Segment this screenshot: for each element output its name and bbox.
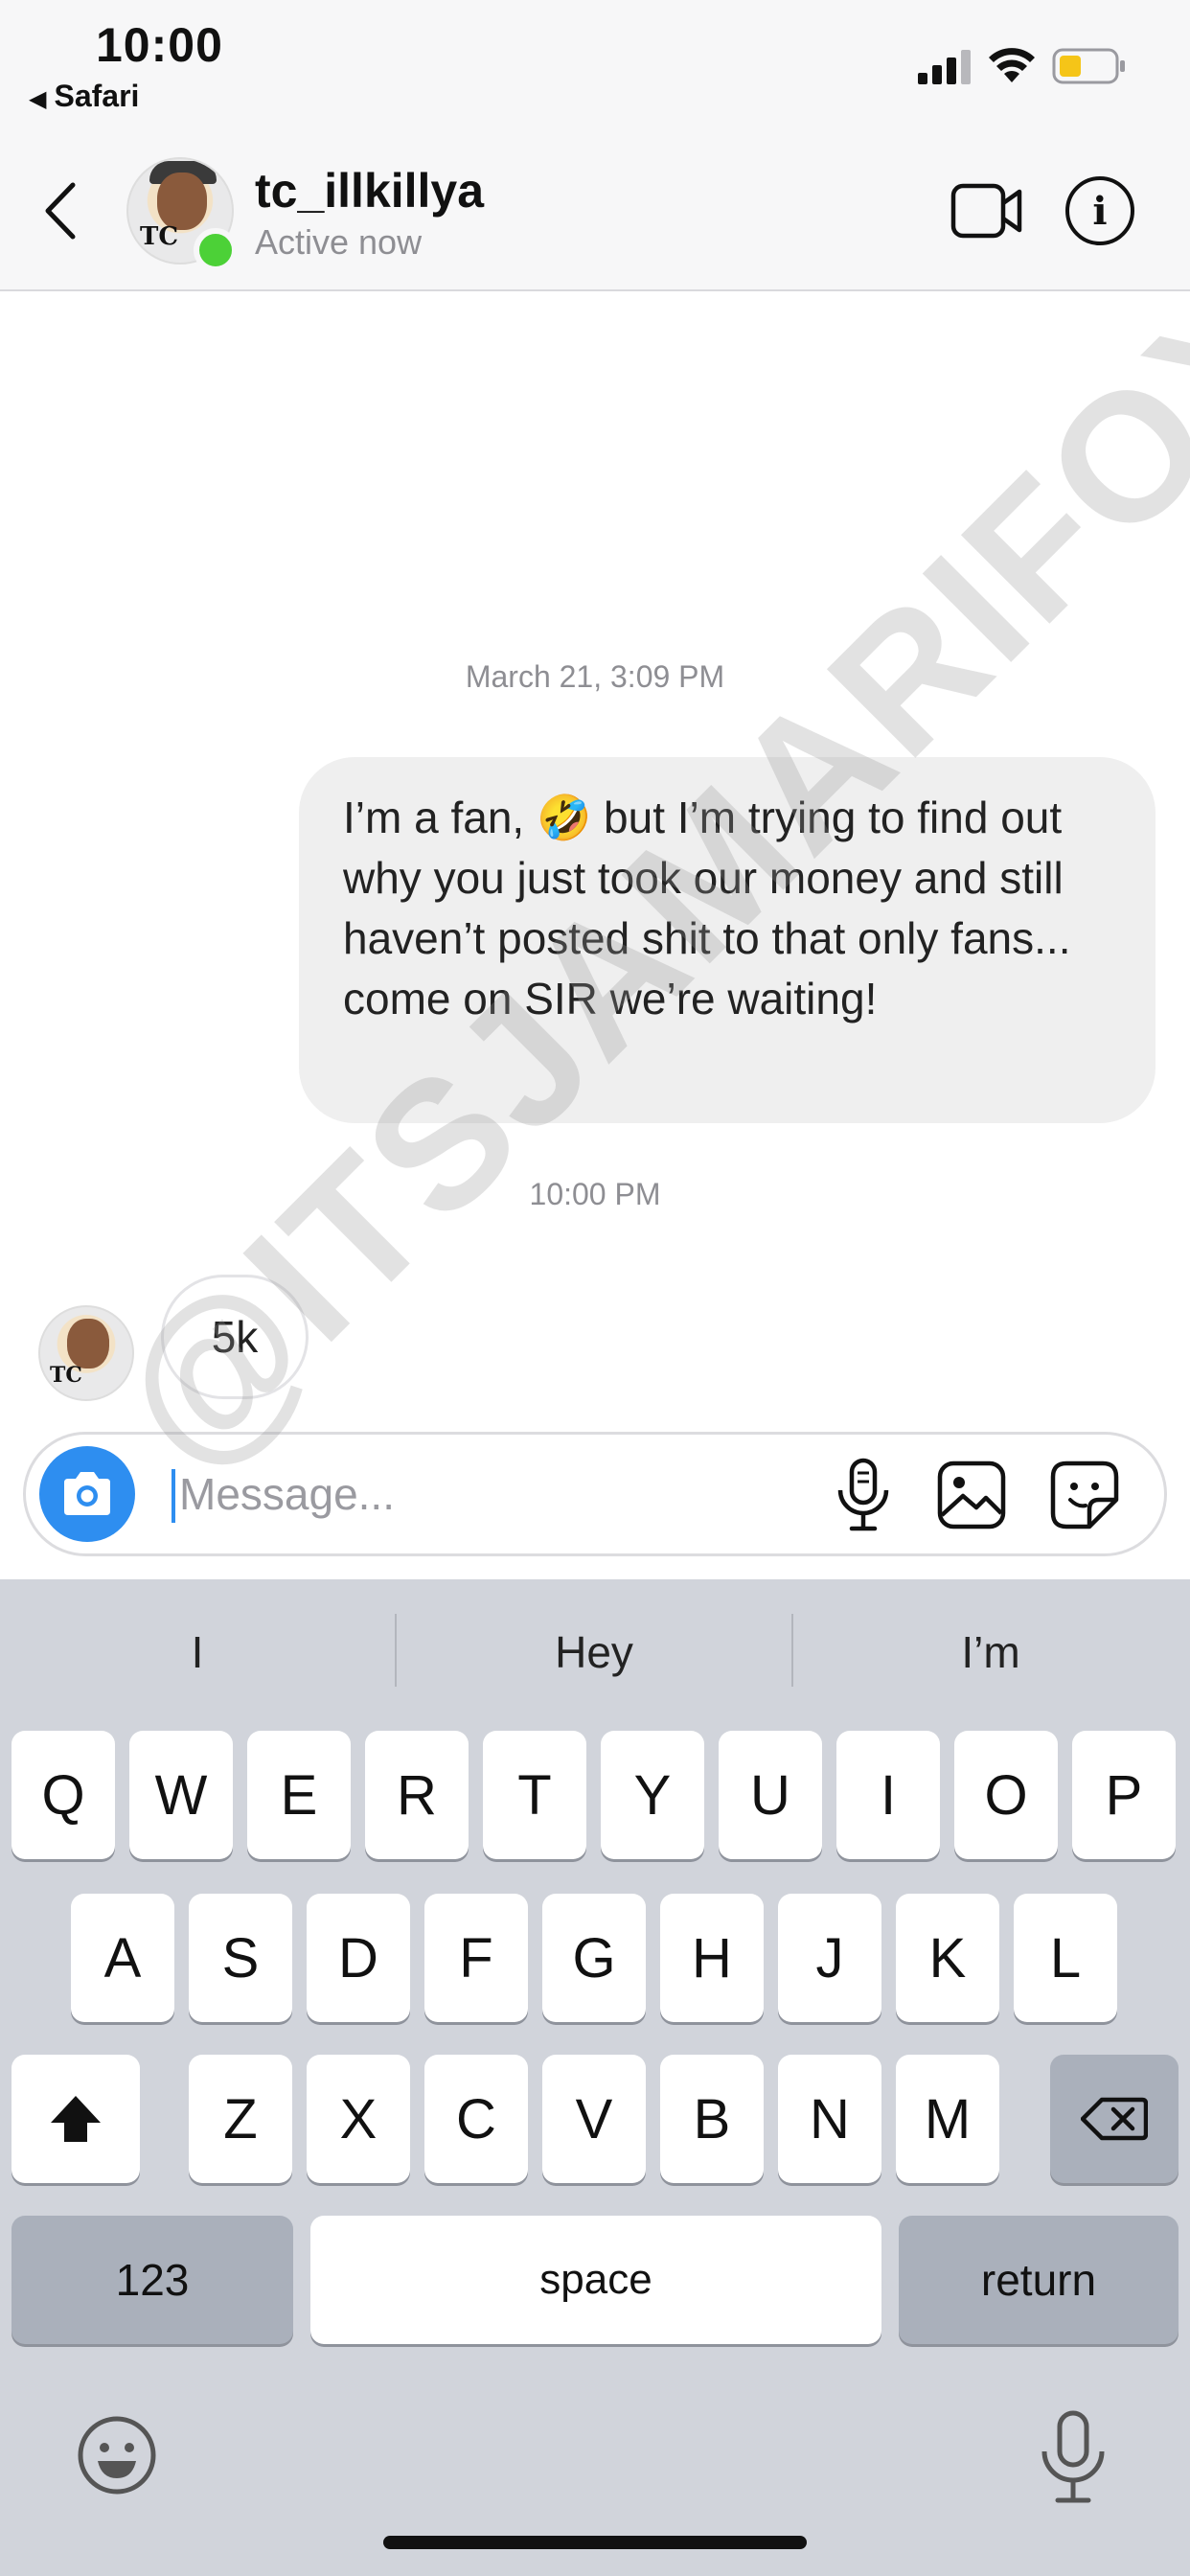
camera-icon (64, 1472, 110, 1515)
return-key[interactable]: return (899, 2216, 1179, 2344)
emoji-icon[interactable] (77, 2415, 157, 2496)
online-status-dot (194, 228, 238, 272)
key-h[interactable]: H (660, 1894, 764, 2022)
sender-avatar-badge: TC (50, 1363, 82, 1388)
key-y[interactable]: Y (601, 1731, 704, 1859)
keyboard: I Hey I’m Q W E R T Y U I O P A S D F G … (0, 1579, 1190, 2576)
delete-key[interactable] (1050, 2055, 1179, 2183)
cellular-signal-icon (918, 50, 971, 84)
key-j[interactable]: J (778, 1894, 881, 2022)
status-time: 10:00 (96, 18, 223, 72)
text-cursor (172, 1469, 175, 1523)
video-call-icon[interactable] (950, 180, 1023, 242)
outgoing-message-bubble[interactable]: I’m a fan, 🤣 but I’m trying to find out … (299, 757, 1156, 1123)
key-x[interactable]: X (307, 2055, 410, 2183)
shift-key[interactable] (11, 2055, 140, 2183)
key-z[interactable]: Z (189, 2055, 292, 2183)
key-i[interactable]: I (836, 1731, 940, 1859)
numbers-key[interactable]: 123 (11, 2216, 293, 2344)
key-m[interactable]: M (896, 2055, 999, 2183)
suggestion-2[interactable]: Hey (397, 1614, 791, 1690)
key-p[interactable]: P (1072, 1731, 1176, 1859)
key-t[interactable]: T (483, 1731, 586, 1859)
key-s[interactable]: S (189, 1894, 292, 2022)
key-q[interactable]: Q (11, 1731, 115, 1859)
home-indicator[interactable] (383, 2536, 807, 2549)
suggestion-3[interactable]: I’m (793, 1614, 1188, 1690)
message-composer (23, 1432, 1167, 1556)
back-chevron-icon[interactable] (38, 177, 86, 244)
contact-username[interactable]: tc_illkillya (255, 163, 484, 218)
space-key[interactable]: space (310, 2216, 881, 2344)
shift-icon (51, 2096, 101, 2142)
incoming-message-bubble[interactable]: 5k (161, 1275, 309, 1399)
message-input[interactable] (179, 1463, 792, 1525)
sender-avatar[interactable]: TC (38, 1305, 134, 1401)
key-f[interactable]: F (424, 1894, 528, 2022)
camera-button[interactable] (39, 1446, 135, 1542)
contact-status: Active now (255, 222, 423, 262)
suggestion-1[interactable]: I (0, 1614, 395, 1690)
key-w[interactable]: W (129, 1731, 233, 1859)
avatar-face (157, 172, 207, 230)
key-u[interactable]: U (719, 1731, 822, 1859)
sticker-icon[interactable] (1049, 1460, 1120, 1530)
key-r[interactable]: R (365, 1731, 469, 1859)
key-b[interactable]: B (660, 2055, 764, 2183)
key-o[interactable]: O (954, 1731, 1058, 1859)
time-timestamp: 10:00 PM (529, 1177, 661, 1211)
key-a[interactable]: A (71, 1894, 174, 2022)
key-v[interactable]: V (542, 2055, 646, 2183)
info-icon[interactable]: i (1065, 176, 1134, 245)
key-e[interactable]: E (247, 1731, 351, 1859)
key-d[interactable]: D (307, 1894, 410, 2022)
dictation-mic-icon[interactable] (1037, 2409, 1110, 2505)
key-c[interactable]: C (424, 2055, 528, 2183)
key-g[interactable]: G (542, 1894, 646, 2022)
date-timestamp: March 21, 3:09 PM (465, 659, 725, 694)
back-to-app-link[interactable]: ◀ Safari (29, 79, 139, 114)
key-k[interactable]: K (896, 1894, 999, 2022)
avatar-badge-text: TC (140, 222, 179, 251)
microphone-icon[interactable] (833, 1458, 894, 1532)
backspace-icon (1081, 2097, 1148, 2141)
back-triangle-icon: ◀ (29, 86, 47, 112)
status-bar: 10:00 ◀ Safari (0, 0, 1190, 144)
battery-icon (1052, 48, 1125, 84)
sender-avatar-face (67, 1319, 109, 1368)
key-n[interactable]: N (778, 2055, 881, 2183)
gallery-icon[interactable] (936, 1460, 1007, 1530)
back-app-label: Safari (54, 79, 140, 113)
key-l[interactable]: L (1014, 1894, 1117, 2022)
chat-header: TC tc_illkillya Active now i (0, 144, 1190, 291)
wifi-icon (989, 48, 1035, 82)
